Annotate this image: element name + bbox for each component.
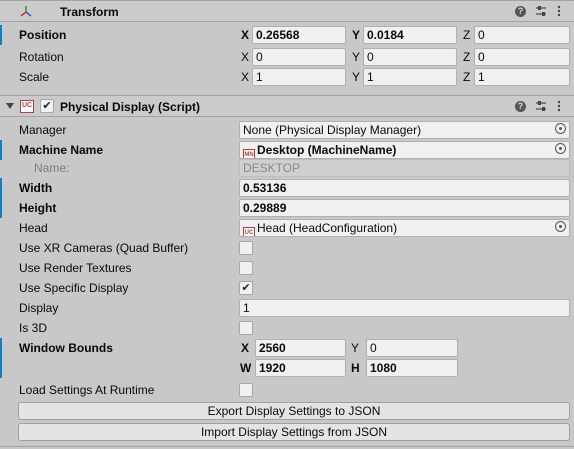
use-xr-cameras-row: Use XR Cameras (Quad Buffer)	[0, 238, 574, 258]
position-z-field[interactable]: 0	[474, 26, 570, 44]
scale-y-axis-label[interactable]: Y	[352, 70, 360, 84]
height-label: Height	[19, 201, 57, 215]
position-z-axis-label[interactable]: Z	[463, 28, 470, 42]
scale-z-field[interactable]: 1	[474, 68, 570, 86]
modified-indicator	[0, 140, 2, 160]
object-picker-icon[interactable]	[555, 143, 566, 154]
object-picker-icon[interactable]	[555, 221, 566, 232]
window-bounds-row: Window Bounds X 2560 Y 0 W 1920 H 1080	[0, 338, 574, 378]
window-bounds-w-field[interactable]: 1920	[255, 359, 346, 377]
scale-z-axis-label[interactable]: Z	[463, 70, 470, 84]
rotation-y-axis-label[interactable]: Y	[352, 50, 360, 64]
window-bounds-x-field[interactable]: 2560	[255, 339, 346, 357]
window-bounds-h-axis-label[interactable]: H	[351, 361, 360, 375]
transform-icon	[20, 6, 32, 17]
window-bounds-x-axis-label[interactable]: X	[241, 341, 249, 355]
export-settings-button[interactable]: Export Display Settings to JSON	[18, 402, 570, 420]
rotation-label: Rotation	[19, 50, 64, 64]
transform-title: Transform	[60, 5, 119, 19]
rotation-z-field[interactable]: 0	[474, 48, 570, 66]
presets-icon[interactable]	[535, 5, 547, 17]
height-row: Height 0.29889	[0, 198, 574, 218]
help-icon[interactable]: ?	[515, 101, 526, 112]
use-render-textures-label: Use Render Textures	[19, 261, 132, 275]
manager-row: Manager None (Physical Display Manager)	[0, 120, 574, 140]
is-3d-row: Is 3D	[0, 318, 574, 338]
rotation-z-axis-label[interactable]: Z	[463, 50, 470, 64]
machine-name-row: Machine Name MN Desktop (MachineName)	[0, 140, 574, 160]
use-specific-display-label: Use Specific Display	[19, 281, 129, 295]
head-value: Head (HeadConfiguration)	[257, 221, 398, 235]
scale-x-axis-label[interactable]: X	[241, 70, 249, 84]
position-row: Position X 0.26568 Y 0.0184 Z 0	[0, 25, 574, 45]
object-picker-icon[interactable]	[555, 123, 566, 134]
is-3d-label: Is 3D	[19, 321, 48, 335]
name-field: DESKTOP	[239, 159, 570, 177]
window-bounds-h-field[interactable]: 1080	[366, 359, 458, 377]
physical-display-header[interactable]: UC ✔ Physical Display (Script) ?	[0, 95, 574, 117]
display-row: Display 1	[0, 298, 574, 318]
window-bounds-y-field[interactable]: 0	[366, 339, 458, 357]
modified-indicator	[0, 25, 2, 45]
presets-icon[interactable]	[535, 100, 547, 112]
scale-x-field[interactable]: 1	[252, 68, 346, 86]
use-specific-display-row: Use Specific Display ✔	[0, 278, 574, 298]
rotation-x-field[interactable]: 0	[252, 48, 346, 66]
scale-y-field[interactable]: 1	[363, 68, 457, 86]
name-row: Name: DESKTOP	[0, 158, 574, 178]
window-bounds-label: Window Bounds	[19, 341, 113, 355]
height-field[interactable]: 0.29889	[239, 199, 570, 217]
rotation-x-axis-label[interactable]: X	[241, 50, 249, 64]
use-render-textures-checkbox[interactable]	[239, 261, 253, 275]
head-script-icon: UC	[243, 227, 255, 236]
window-bounds-w-axis-label[interactable]: W	[240, 361, 251, 375]
rotation-row: Rotation X 0 Y 0 Z 0	[0, 47, 574, 67]
use-specific-display-checkbox[interactable]: ✔	[239, 281, 253, 295]
more-options-icon[interactable]	[557, 100, 561, 112]
position-y-axis-label[interactable]: Y	[352, 28, 360, 42]
display-label: Display	[19, 301, 59, 315]
script-icon: UC	[20, 100, 34, 113]
head-row: Head UC Head (HeadConfiguration)	[0, 218, 574, 238]
head-object-field[interactable]: UC Head (HeadConfiguration)	[239, 219, 570, 237]
width-label: Width	[19, 181, 53, 195]
head-label: Head	[19, 221, 48, 235]
manager-value: None (Physical Display Manager)	[243, 123, 422, 137]
machine-name-label: Machine Name	[19, 143, 104, 157]
machine-name-value: Desktop (MachineName)	[257, 143, 397, 157]
is-3d-checkbox[interactable]	[239, 321, 253, 335]
component-enabled-checkbox[interactable]: ✔	[40, 99, 54, 113]
transform-header[interactable]: Transform ?	[0, 0, 574, 22]
scale-row: Scale X 1 Y 1 Z 1	[0, 67, 574, 87]
manager-label: Manager	[19, 123, 67, 137]
machine-name-object-field[interactable]: MN Desktop (MachineName)	[239, 141, 570, 159]
position-x-axis-label[interactable]: X	[241, 28, 249, 42]
rotation-y-field[interactable]: 0	[363, 48, 457, 66]
more-options-icon[interactable]	[557, 5, 561, 17]
help-icon[interactable]: ?	[515, 6, 526, 17]
window-bounds-y-axis-label[interactable]: Y	[351, 341, 359, 355]
manager-object-field[interactable]: None (Physical Display Manager)	[239, 121, 570, 139]
foldout-arrow-icon[interactable]	[6, 103, 14, 109]
width-field[interactable]: 0.53136	[239, 179, 570, 197]
bottom-divider	[0, 446, 574, 447]
load-settings-checkbox[interactable]	[239, 383, 253, 397]
import-settings-button[interactable]: Import Display Settings from JSON	[18, 423, 570, 441]
physical-display-title: Physical Display (Script)	[60, 100, 201, 114]
use-xr-cameras-label: Use XR Cameras (Quad Buffer)	[19, 241, 189, 255]
position-label: Position	[19, 28, 67, 42]
load-settings-row: Load Settings At Runtime	[0, 380, 574, 400]
width-row: Width 0.53136	[0, 178, 574, 218]
modified-indicator	[0, 338, 2, 378]
display-field[interactable]: 1	[239, 299, 570, 317]
name-label: Name:	[34, 161, 70, 175]
position-y-field[interactable]: 0.0184	[363, 26, 457, 44]
use-xr-cameras-checkbox[interactable]	[239, 241, 253, 255]
load-settings-label: Load Settings At Runtime	[19, 383, 155, 397]
position-x-field[interactable]: 0.26568	[252, 26, 346, 44]
scale-label: Scale	[19, 70, 50, 84]
use-render-textures-row: Use Render Textures	[0, 258, 574, 278]
